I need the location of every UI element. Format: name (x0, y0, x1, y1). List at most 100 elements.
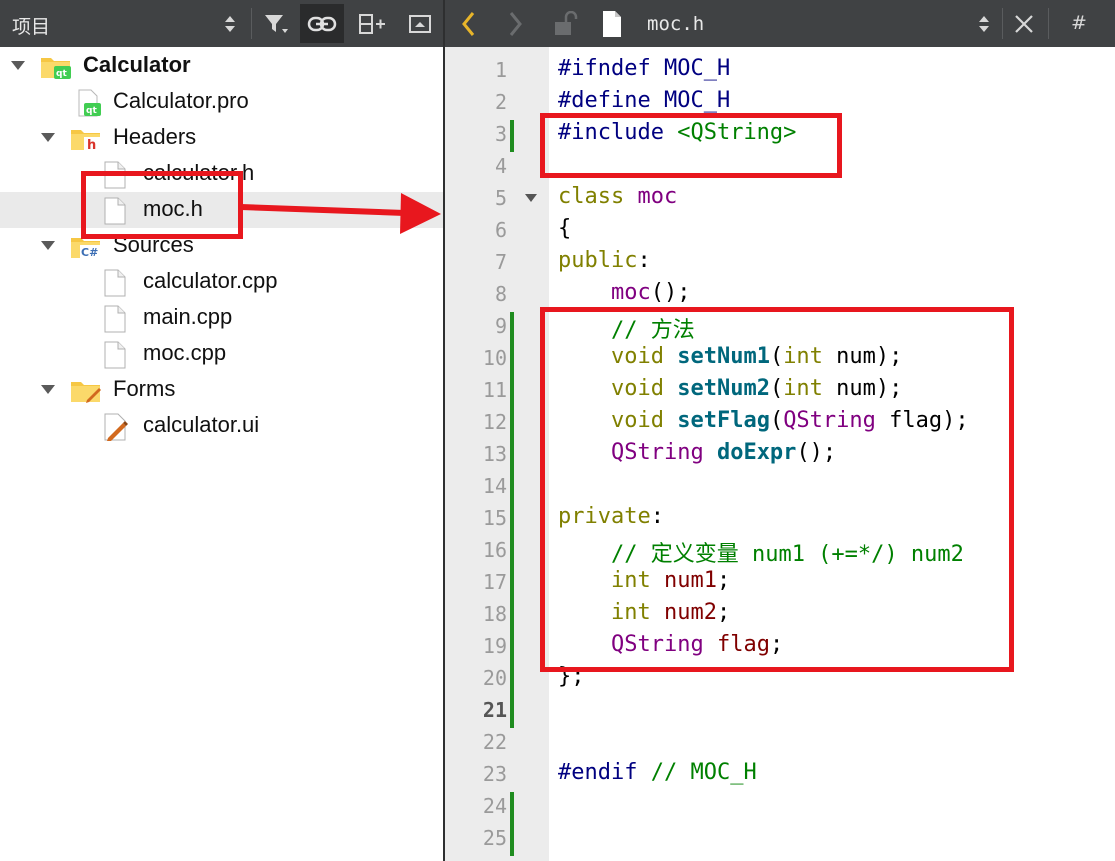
expand-arrow-icon[interactable] (41, 133, 55, 142)
tree-item-calculator-pro[interactable]: qt Calculator.pro (0, 84, 443, 120)
file-icon (103, 341, 127, 373)
code-line[interactable]: }; (558, 664, 585, 689)
line-number: 15 (482, 506, 507, 530)
change-marker (510, 120, 514, 152)
tree-item-label: Forms (113, 376, 176, 401)
tree-item-label: Sources (113, 232, 194, 257)
line-number: 9 (494, 314, 507, 338)
project-panel: 项目 qt Calculator qt Calculator.pro h Hea… (0, 0, 443, 861)
tree-item-label: Calculator (83, 52, 191, 77)
tree-item-headers[interactable]: h Headers (0, 120, 443, 156)
code-line[interactable]: private: (558, 504, 664, 529)
code-line[interactable]: #include <QString> (558, 120, 796, 145)
tree-item-moc-cpp[interactable]: moc.cpp (0, 336, 443, 372)
code-line[interactable]: QString doExpr(); (558, 440, 836, 465)
code-line[interactable]: void setFlag(QString flag); (558, 408, 969, 433)
tree-item-calculator-ui[interactable]: calculator.ui (0, 408, 443, 444)
tree-item-forms[interactable]: Forms (0, 372, 443, 408)
tree-item-moc-h[interactable]: moc.h (0, 192, 443, 228)
code-editor[interactable]: #ifndef MOC_H #define MOC_H #include <QStr… (549, 47, 1115, 861)
svg-text:qt: qt (86, 106, 97, 116)
tree-item-label: Calculator.pro (113, 88, 249, 113)
line-number: 7 (494, 250, 507, 274)
tree-item-label: calculator.ui (143, 412, 260, 437)
line-number-gutter: 1 2 3 4 5 6 7 8 9 10 11 12 13 14 15 16 17 18 19 20 21 22 23 24 2… (445, 47, 549, 861)
code-line[interactable]: int num1; (558, 568, 730, 593)
line-number: 22 (482, 730, 507, 754)
forward-arrow-icon[interactable] (493, 4, 537, 43)
close-document-icon[interactable] (1002, 4, 1046, 43)
code-line[interactable]: #endif // MOC_H (558, 760, 757, 785)
svg-text:qt: qt (56, 69, 67, 79)
file-icon (103, 269, 127, 301)
split-add-icon[interactable] (350, 4, 394, 43)
fold-arrow-icon[interactable] (525, 194, 537, 202)
tree-item-label: calculator.cpp (143, 268, 278, 293)
editor-toolbar: moc.h # (445, 0, 1115, 47)
tree-item-calculator-project[interactable]: qt Calculator (0, 48, 443, 84)
line-number: 18 (482, 602, 507, 626)
back-arrow-icon[interactable] (447, 4, 491, 43)
line-number: 4 (494, 154, 507, 178)
document-icon (590, 4, 634, 43)
change-marker (510, 792, 514, 856)
code-line[interactable]: #define MOC_H (558, 88, 730, 113)
project-toolbar: 项目 (0, 0, 443, 47)
project-tree: qt Calculator qt Calculator.pro h Header… (0, 47, 443, 861)
tree-item-main-cpp[interactable]: main.cpp (0, 300, 443, 336)
tree-item-label: calculator.h (143, 160, 255, 185)
code-line[interactable]: void setNum1(int num); (558, 344, 902, 369)
tree-item-calculator-cpp[interactable]: calculator.cpp (0, 264, 443, 300)
open-documents-arrows-icon[interactable] (969, 4, 999, 43)
sync-link-icon[interactable] (300, 4, 344, 43)
expand-arrow-icon[interactable] (41, 385, 55, 394)
file-icon (103, 197, 127, 229)
code-line[interactable]: // 方法 (558, 312, 695, 344)
qt-pro-file-icon: qt (75, 89, 103, 121)
line-number: 17 (482, 570, 507, 594)
tree-item-calculator-h[interactable]: calculator.h (0, 156, 443, 192)
symbol-overview-button[interactable]: # (1071, 12, 1087, 34)
qt-project-folder-icon: qt (40, 53, 72, 83)
line-number: 11 (482, 378, 507, 402)
line-number: 20 (482, 666, 507, 690)
headers-folder-icon: h (70, 125, 102, 155)
line-number: 21 (482, 698, 507, 722)
current-file-name[interactable]: moc.h (647, 13, 704, 35)
tree-item-sources[interactable]: C# Sources (0, 228, 443, 264)
code-line[interactable]: int num2; (558, 600, 730, 625)
tree-item-label: main.cpp (143, 304, 233, 329)
code-line[interactable]: #ifndef MOC_H (558, 56, 730, 81)
change-marker (510, 312, 514, 728)
line-number: 12 (482, 410, 507, 434)
view-switch-arrows-icon[interactable] (215, 4, 245, 43)
line-number: 16 (482, 538, 507, 562)
code-line[interactable]: public: (558, 248, 651, 273)
line-number: 19 (482, 634, 507, 658)
ui-file-icon (103, 413, 129, 445)
expand-arrow-icon[interactable] (11, 61, 25, 70)
svg-text:h: h (87, 138, 96, 151)
line-number: 10 (482, 346, 507, 370)
project-panel-title: 项目 (12, 16, 51, 38)
filter-icon[interactable] (254, 4, 298, 43)
code-line[interactable]: moc(); (558, 280, 691, 305)
line-number: 13 (482, 442, 507, 466)
line-number: 6 (494, 218, 507, 242)
line-number: 1 (494, 58, 507, 82)
code-line[interactable]: QString flag; (558, 632, 783, 657)
code-line[interactable]: class moc (558, 184, 677, 209)
code-line[interactable]: void setNum2(int num); (558, 376, 902, 401)
line-number: 3 (494, 122, 507, 146)
sources-folder-icon: C# (70, 233, 102, 263)
code-line[interactable]: { (558, 216, 571, 241)
tree-item-label: moc.h (143, 196, 203, 221)
code-line[interactable]: // 定义变量 num1 (+=*/) num2 (558, 536, 964, 568)
line-number: 24 (482, 794, 507, 818)
lock-icon[interactable] (543, 4, 587, 43)
tree-item-label: Headers (113, 124, 197, 149)
expand-arrow-icon[interactable] (41, 241, 55, 250)
close-sidebar-icon[interactable] (398, 4, 442, 43)
line-number: 5 (494, 186, 507, 210)
line-number: 14 (482, 474, 507, 498)
